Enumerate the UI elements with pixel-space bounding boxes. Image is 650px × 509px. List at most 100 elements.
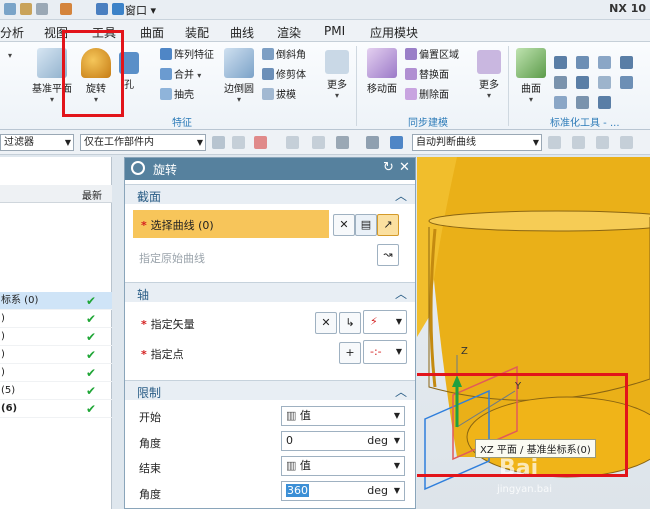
- combine-button[interactable]: 合并 ▾: [160, 68, 201, 82]
- column-latest[interactable]: 最新: [82, 187, 102, 202]
- move-face-icon: [367, 48, 397, 78]
- copy-icon[interactable]: [36, 3, 48, 15]
- navigator-row[interactable]: ) ✔: [0, 346, 112, 364]
- tab-assembly[interactable]: 装配: [185, 24, 209, 41]
- draft-icon: [262, 88, 274, 100]
- tab-curve[interactable]: 曲线: [230, 24, 254, 41]
- surface-button[interactable]: 曲面 ▾: [514, 48, 548, 104]
- vector-constructor-button[interactable]: ↳: [339, 312, 361, 334]
- std-tool-icon[interactable]: [554, 56, 567, 69]
- navigator-row[interactable]: (6) ✔: [0, 400, 112, 418]
- window-menu[interactable]: 窗口 ▾: [125, 2, 156, 18]
- end-label: 结束: [139, 462, 161, 475]
- cube-icon[interactable]: [390, 136, 403, 149]
- trim-body-button[interactable]: 修剪体: [262, 68, 306, 82]
- more-button-2[interactable]: 更多 ▾: [474, 50, 504, 100]
- more-icon-2: [477, 50, 501, 74]
- curve-rule-dropdown[interactable]: 自动判断曲线 ▼: [412, 134, 542, 151]
- offset-region-button[interactable]: 偏置区域: [405, 48, 459, 62]
- start-angle-label: 角度: [139, 437, 161, 450]
- reset-icon[interactable]: ↻: [383, 160, 394, 175]
- touch-mode-icon[interactable]: [96, 3, 108, 15]
- ribbon: ▾ 基准平面 ▾ 旋转 ▾ 孔 阵列特征 合并 ▾ 抽壳 边倒圆 ▾ 倒斜角 修…: [0, 30, 650, 130]
- shell-button[interactable]: 抽壳: [160, 88, 194, 102]
- select-curve-label: * 选择曲线 (0): [141, 219, 214, 232]
- snap-point-icon[interactable]: [254, 136, 267, 149]
- std-tool-icon[interactable]: [620, 76, 633, 89]
- curve-section-button[interactable]: ↗: [377, 214, 399, 236]
- filter-icon[interactable]: [212, 136, 225, 149]
- std-tool-icon[interactable]: [598, 56, 611, 69]
- move-face-button[interactable]: 移动面: [362, 48, 402, 95]
- view-icon[interactable]: [366, 136, 379, 149]
- edge-blend-button[interactable]: 边倒圆 ▾: [218, 48, 260, 104]
- graphics-window[interactable]: Z Y Bai jingyan.bai XZ 平面 / 基准坐标系(0): [417, 157, 650, 509]
- navigator-row[interactable]: ) ✔: [0, 310, 112, 328]
- more-button-1[interactable]: 更多 ▾: [322, 50, 352, 100]
- title-bar: 窗口 ▾ NX 10: [0, 0, 650, 20]
- delete-face-button[interactable]: 删除面: [405, 88, 449, 102]
- curve-option-icon[interactable]: [620, 136, 633, 149]
- std-tool-icon[interactable]: [598, 96, 611, 109]
- check-icon: ✔: [86, 312, 97, 326]
- std-tool-icon[interactable]: [598, 76, 611, 89]
- tab-render[interactable]: 渲染: [277, 24, 301, 41]
- start-angle-input[interactable]: 0 deg ▼: [281, 431, 405, 451]
- origin-curve-button[interactable]: ↝: [377, 244, 399, 266]
- paste-icon[interactable]: [60, 3, 72, 15]
- reverse-vector-button[interactable]: ✕: [315, 312, 337, 334]
- end-angle-input[interactable]: 360 deg ▼: [281, 481, 405, 501]
- end-type-dropdown[interactable]: ▥ 值 ▼: [281, 456, 405, 476]
- std-tool-icon[interactable]: [576, 96, 589, 109]
- limits-section-header[interactable]: 限制 ︿: [125, 380, 415, 400]
- chamfer-button[interactable]: 倒斜角: [262, 48, 306, 62]
- point-constructor-button[interactable]: +: [339, 342, 361, 364]
- scope-filter-dropdown[interactable]: 仅在工作部件内 ▼: [80, 134, 206, 151]
- std-tool-icon[interactable]: [576, 56, 589, 69]
- tab-pmi[interactable]: PMI: [324, 24, 345, 38]
- quick-access-icon[interactable]: [4, 3, 16, 15]
- navigator-row[interactable]: 标系 (0) ✔: [0, 292, 112, 310]
- ribbon-scroll-left[interactable]: ▾: [4, 50, 16, 61]
- feature-group-label: 特征: [172, 118, 192, 129]
- part-top-edge: [428, 210, 650, 232]
- std-tool-icon[interactable]: [576, 76, 589, 89]
- std-tool-icon[interactable]: [554, 96, 567, 109]
- offset-region-icon: [405, 48, 417, 60]
- tab-analysis[interactable]: 分析: [0, 24, 24, 41]
- draft-button[interactable]: 拔模: [262, 88, 296, 102]
- move-icon[interactable]: [312, 136, 325, 149]
- navigator-row[interactable]: (5) ✔: [0, 382, 112, 400]
- pattern-feature-button[interactable]: 阵列特征: [160, 48, 214, 62]
- app-title: NX 10: [609, 2, 646, 15]
- gear-icon[interactable]: [131, 161, 145, 175]
- curve-option-icon[interactable]: [596, 136, 609, 149]
- sketch-section-button[interactable]: ▤: [355, 214, 377, 236]
- rect-select-icon[interactable]: [336, 136, 349, 149]
- tab-application[interactable]: 应用模块: [370, 24, 418, 41]
- curve-option-icon[interactable]: [548, 136, 561, 149]
- std-tool-icon[interactable]: [620, 56, 633, 69]
- axis-section-header[interactable]: 轴 ︿: [125, 282, 415, 302]
- check-icon: ✔: [86, 366, 97, 380]
- window-icon[interactable]: [112, 3, 124, 15]
- replace-face-button[interactable]: 替换面: [405, 68, 449, 82]
- start-type-dropdown[interactable]: ▥ 值 ▼: [281, 406, 405, 426]
- curve-rule-button[interactable]: ✕: [333, 214, 355, 236]
- select-all-icon[interactable]: [232, 136, 245, 149]
- curve-option-icon[interactable]: [572, 136, 585, 149]
- type-filter-dropdown[interactable]: 过滤器 ▼: [0, 134, 74, 151]
- point-type-dropdown[interactable]: -:- ▼: [363, 340, 407, 364]
- close-icon[interactable]: ✕: [399, 160, 410, 175]
- std-tool-icon[interactable]: [554, 76, 567, 89]
- tab-surface[interactable]: 曲面: [140, 24, 164, 41]
- check-icon: ✔: [86, 348, 97, 362]
- ribbon-separator: [356, 46, 357, 126]
- arrow-icon[interactable]: [286, 136, 299, 149]
- navigator-row[interactable]: ) ✔: [0, 364, 112, 382]
- undo-icon[interactable]: [20, 3, 32, 15]
- section-header[interactable]: 截面 ︿: [125, 184, 415, 204]
- vector-type-dropdown[interactable]: ⚡ ▼: [363, 310, 407, 334]
- specify-point-label: * 指定点: [141, 348, 184, 361]
- navigator-row[interactable]: ) ✔: [0, 328, 112, 346]
